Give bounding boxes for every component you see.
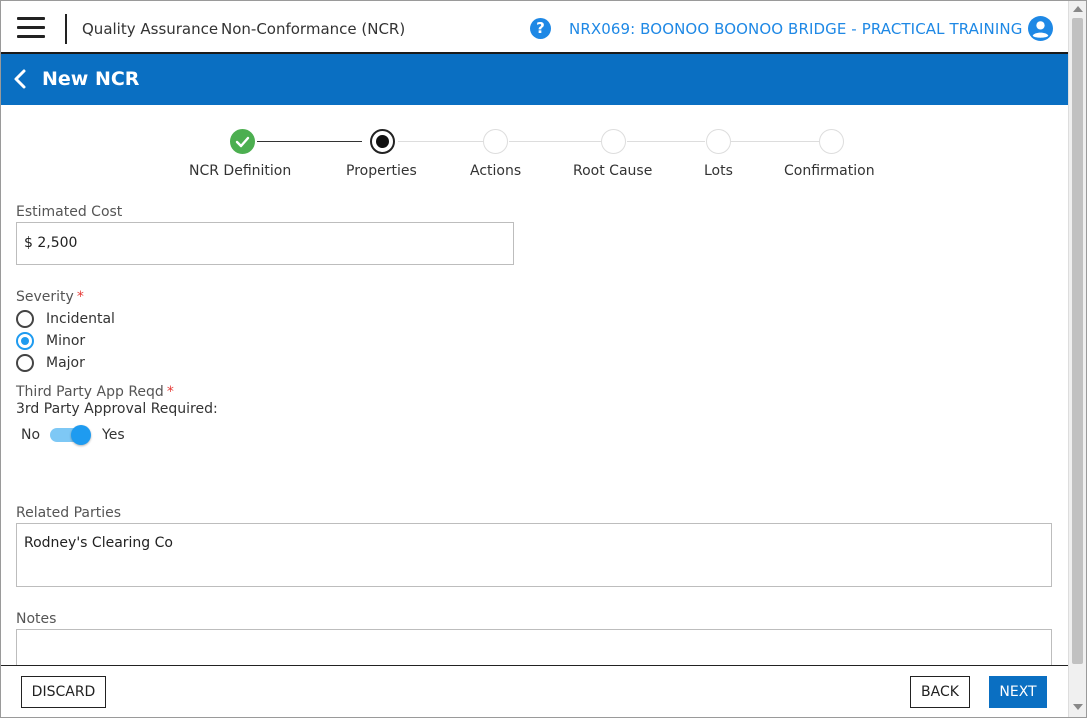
toggle-off-label: No (21, 427, 41, 443)
severity-option-major[interactable]: Major (16, 353, 85, 373)
breadcrumb-page[interactable]: Non-Conformance (NCR) (221, 20, 405, 38)
step-connector (398, 141, 483, 142)
estimated-cost-input[interactable]: $ 2,500 (16, 222, 514, 265)
step-current-icon[interactable] (370, 129, 395, 154)
chevron-left-icon[interactable] (11, 68, 29, 90)
scroll-up-arrow-icon[interactable] (1073, 6, 1083, 12)
step-done-icon[interactable] (230, 129, 255, 154)
scroll-down-arrow-icon[interactable] (1073, 704, 1083, 710)
radio-label: Incidental (46, 311, 115, 327)
user-account-icon[interactable] (1028, 16, 1053, 41)
severity-option-incidental[interactable]: Incidental (16, 309, 115, 329)
step-pending-icon[interactable] (483, 129, 508, 154)
third-party-label: Third Party App Reqd * (16, 384, 174, 400)
third-party-label-text: Third Party App Reqd (16, 384, 164, 400)
step-pending-icon[interactable] (819, 129, 844, 154)
third-party-toggle[interactable] (50, 425, 92, 445)
step-label-properties[interactable]: Properties (346, 163, 417, 179)
third-party-sub-label: 3rd Party Approval Required: (16, 401, 218, 417)
next-button[interactable]: NEXT (989, 676, 1047, 708)
back-button[interactable]: BACK (910, 676, 970, 708)
step-label-actions[interactable]: Actions (470, 163, 521, 179)
scroll-thumb[interactable] (1072, 18, 1083, 664)
step-connector (509, 141, 601, 142)
severity-option-minor[interactable]: Minor (16, 331, 85, 351)
toggle-on-label: Yes (102, 427, 125, 443)
vertical-scrollbar[interactable] (1068, 1, 1086, 717)
related-parties-label: Related Parties (16, 505, 122, 521)
radio-button[interactable] (16, 310, 34, 328)
discard-button[interactable]: DISCARD (21, 676, 106, 708)
step-label-root-cause[interactable]: Root Cause (573, 163, 652, 179)
third-party-toggle-group: No Yes (21, 425, 125, 445)
severity-label: Severity * (16, 289, 84, 305)
step-pending-icon[interactable] (706, 129, 731, 154)
related-parties-input[interactable]: Rodney's Clearing Co (16, 523, 1052, 587)
estimated-cost-label: Estimated Cost (16, 204, 123, 220)
step-connector (627, 141, 705, 142)
breadcrumb-module[interactable]: Quality Assurance (82, 20, 218, 38)
app-window: Quality Assurance Non-Conformance (NCR) … (0, 0, 1087, 718)
project-selector[interactable]: NRX069: BOONOO BOONOO BRIDGE - PRACTICAL… (569, 20, 1022, 38)
notes-label: Notes (16, 611, 57, 627)
header-divider (65, 14, 67, 44)
required-marker: * (166, 384, 174, 400)
footer-action-bar: DISCARD BACK NEXT (1, 665, 1068, 717)
step-label-ncr-definition[interactable]: NCR Definition (189, 163, 291, 179)
help-icon[interactable]: ? (530, 18, 551, 39)
top-header: Quality Assurance Non-Conformance (NCR) … (1, 1, 1068, 54)
radio-label: Minor (46, 333, 86, 349)
radio-label: Major (46, 355, 85, 371)
radio-button-checked[interactable] (16, 332, 34, 350)
hamburger-menu-icon[interactable] (17, 17, 45, 39)
toggle-thumb[interactable] (71, 425, 92, 445)
checkmark-icon (235, 136, 250, 148)
page-title: New NCR (42, 68, 140, 90)
step-pending-icon[interactable] (601, 129, 626, 154)
required-marker: * (76, 289, 84, 305)
page-title-bar: New NCR (1, 54, 1068, 105)
radio-button[interactable] (16, 354, 34, 372)
severity-label-text: Severity (16, 289, 74, 305)
step-connector (257, 141, 362, 142)
step-label-lots[interactable]: Lots (704, 163, 733, 179)
step-label-confirmation[interactable]: Confirmation (784, 163, 875, 179)
step-connector (731, 141, 819, 142)
